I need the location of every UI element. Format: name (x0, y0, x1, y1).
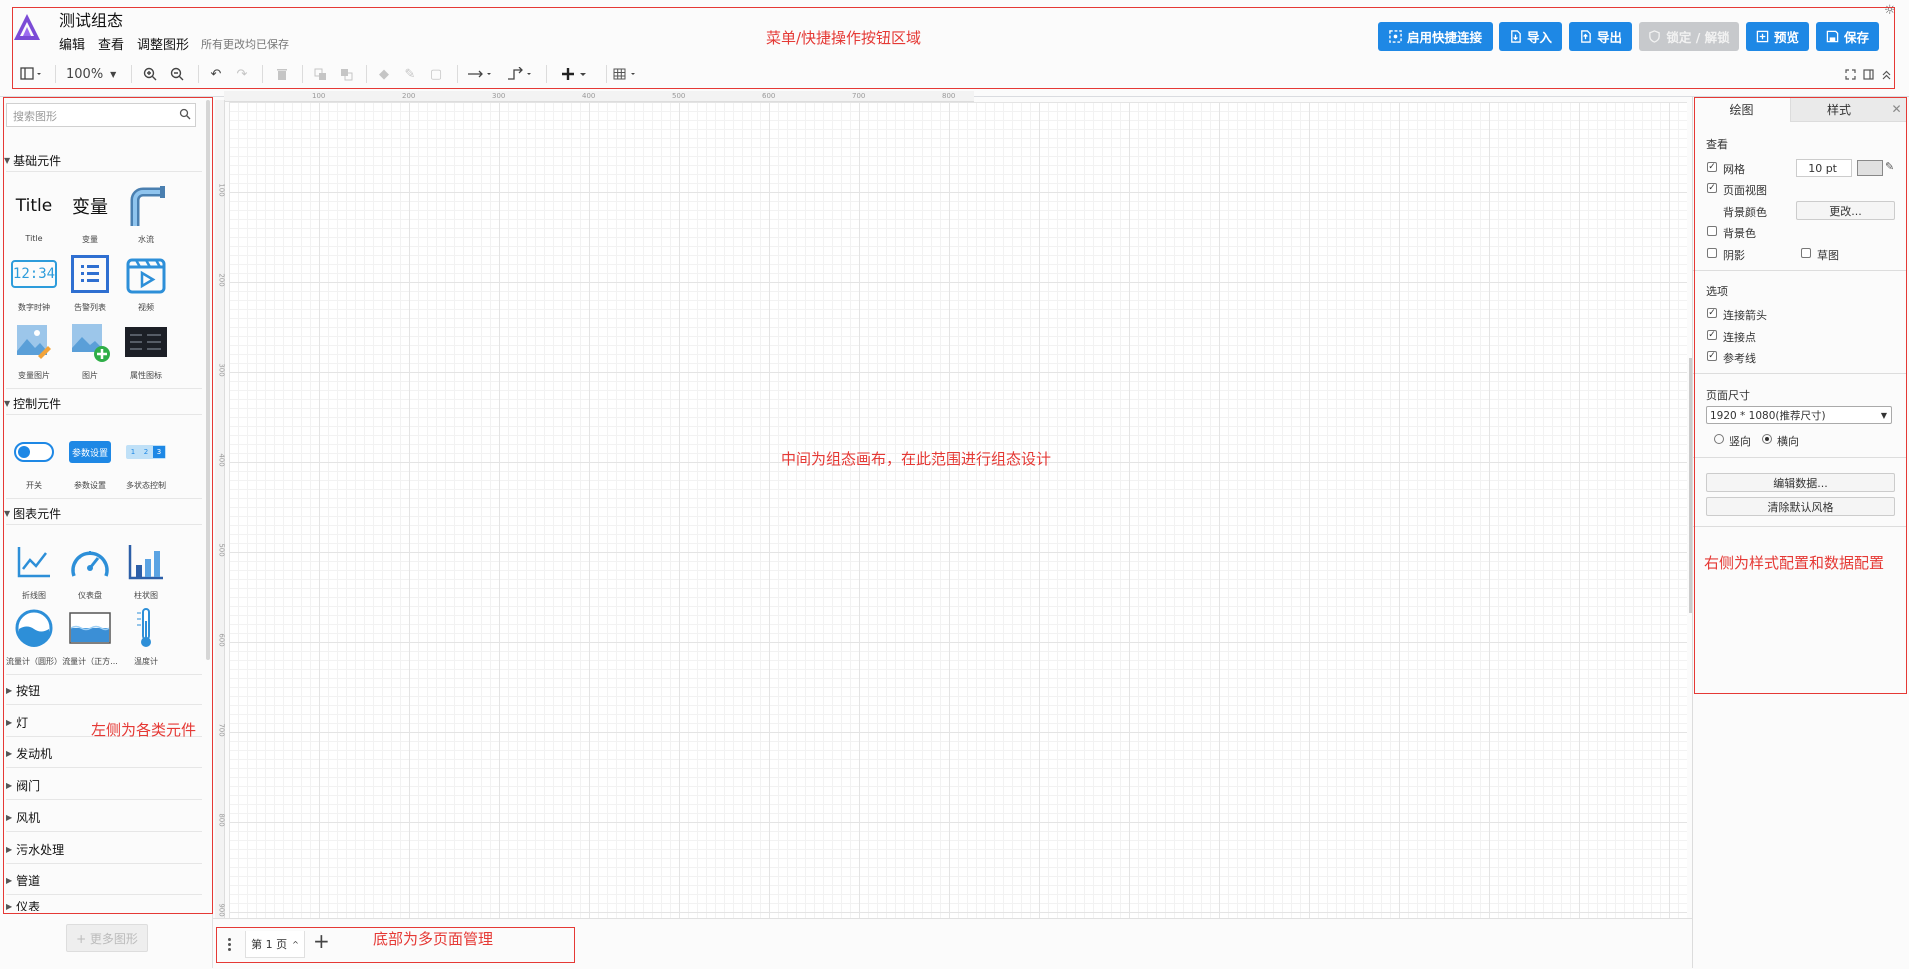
design-canvas[interactable] (229, 102, 1687, 918)
menu-area-annotation: 菜单/快捷操作按钮区域 (766, 29, 922, 47)
left-area-highlight (3, 97, 213, 914)
horizontal-ruler: 100 200 300 400 500 600 700 800 (224, 91, 974, 102)
left-area-annotation: 左侧为各类元件 (91, 721, 197, 739)
right-area-highlight (1694, 97, 1907, 694)
right-area-annotation: 右侧为样式配置和数据配置 (1704, 554, 1885, 572)
vertical-ruler: 100 200 300 400 500 600 700 800 900 (215, 100, 226, 920)
menu-area-highlight (12, 7, 1895, 89)
canvas-area-annotation: 中间为组态画布，在此范围进行组态设计 (781, 450, 1052, 468)
bottom-area-annotation: 底部为多页面管理 (373, 930, 494, 948)
more-shapes-button[interactable]: + 更多图形 (66, 924, 148, 952)
